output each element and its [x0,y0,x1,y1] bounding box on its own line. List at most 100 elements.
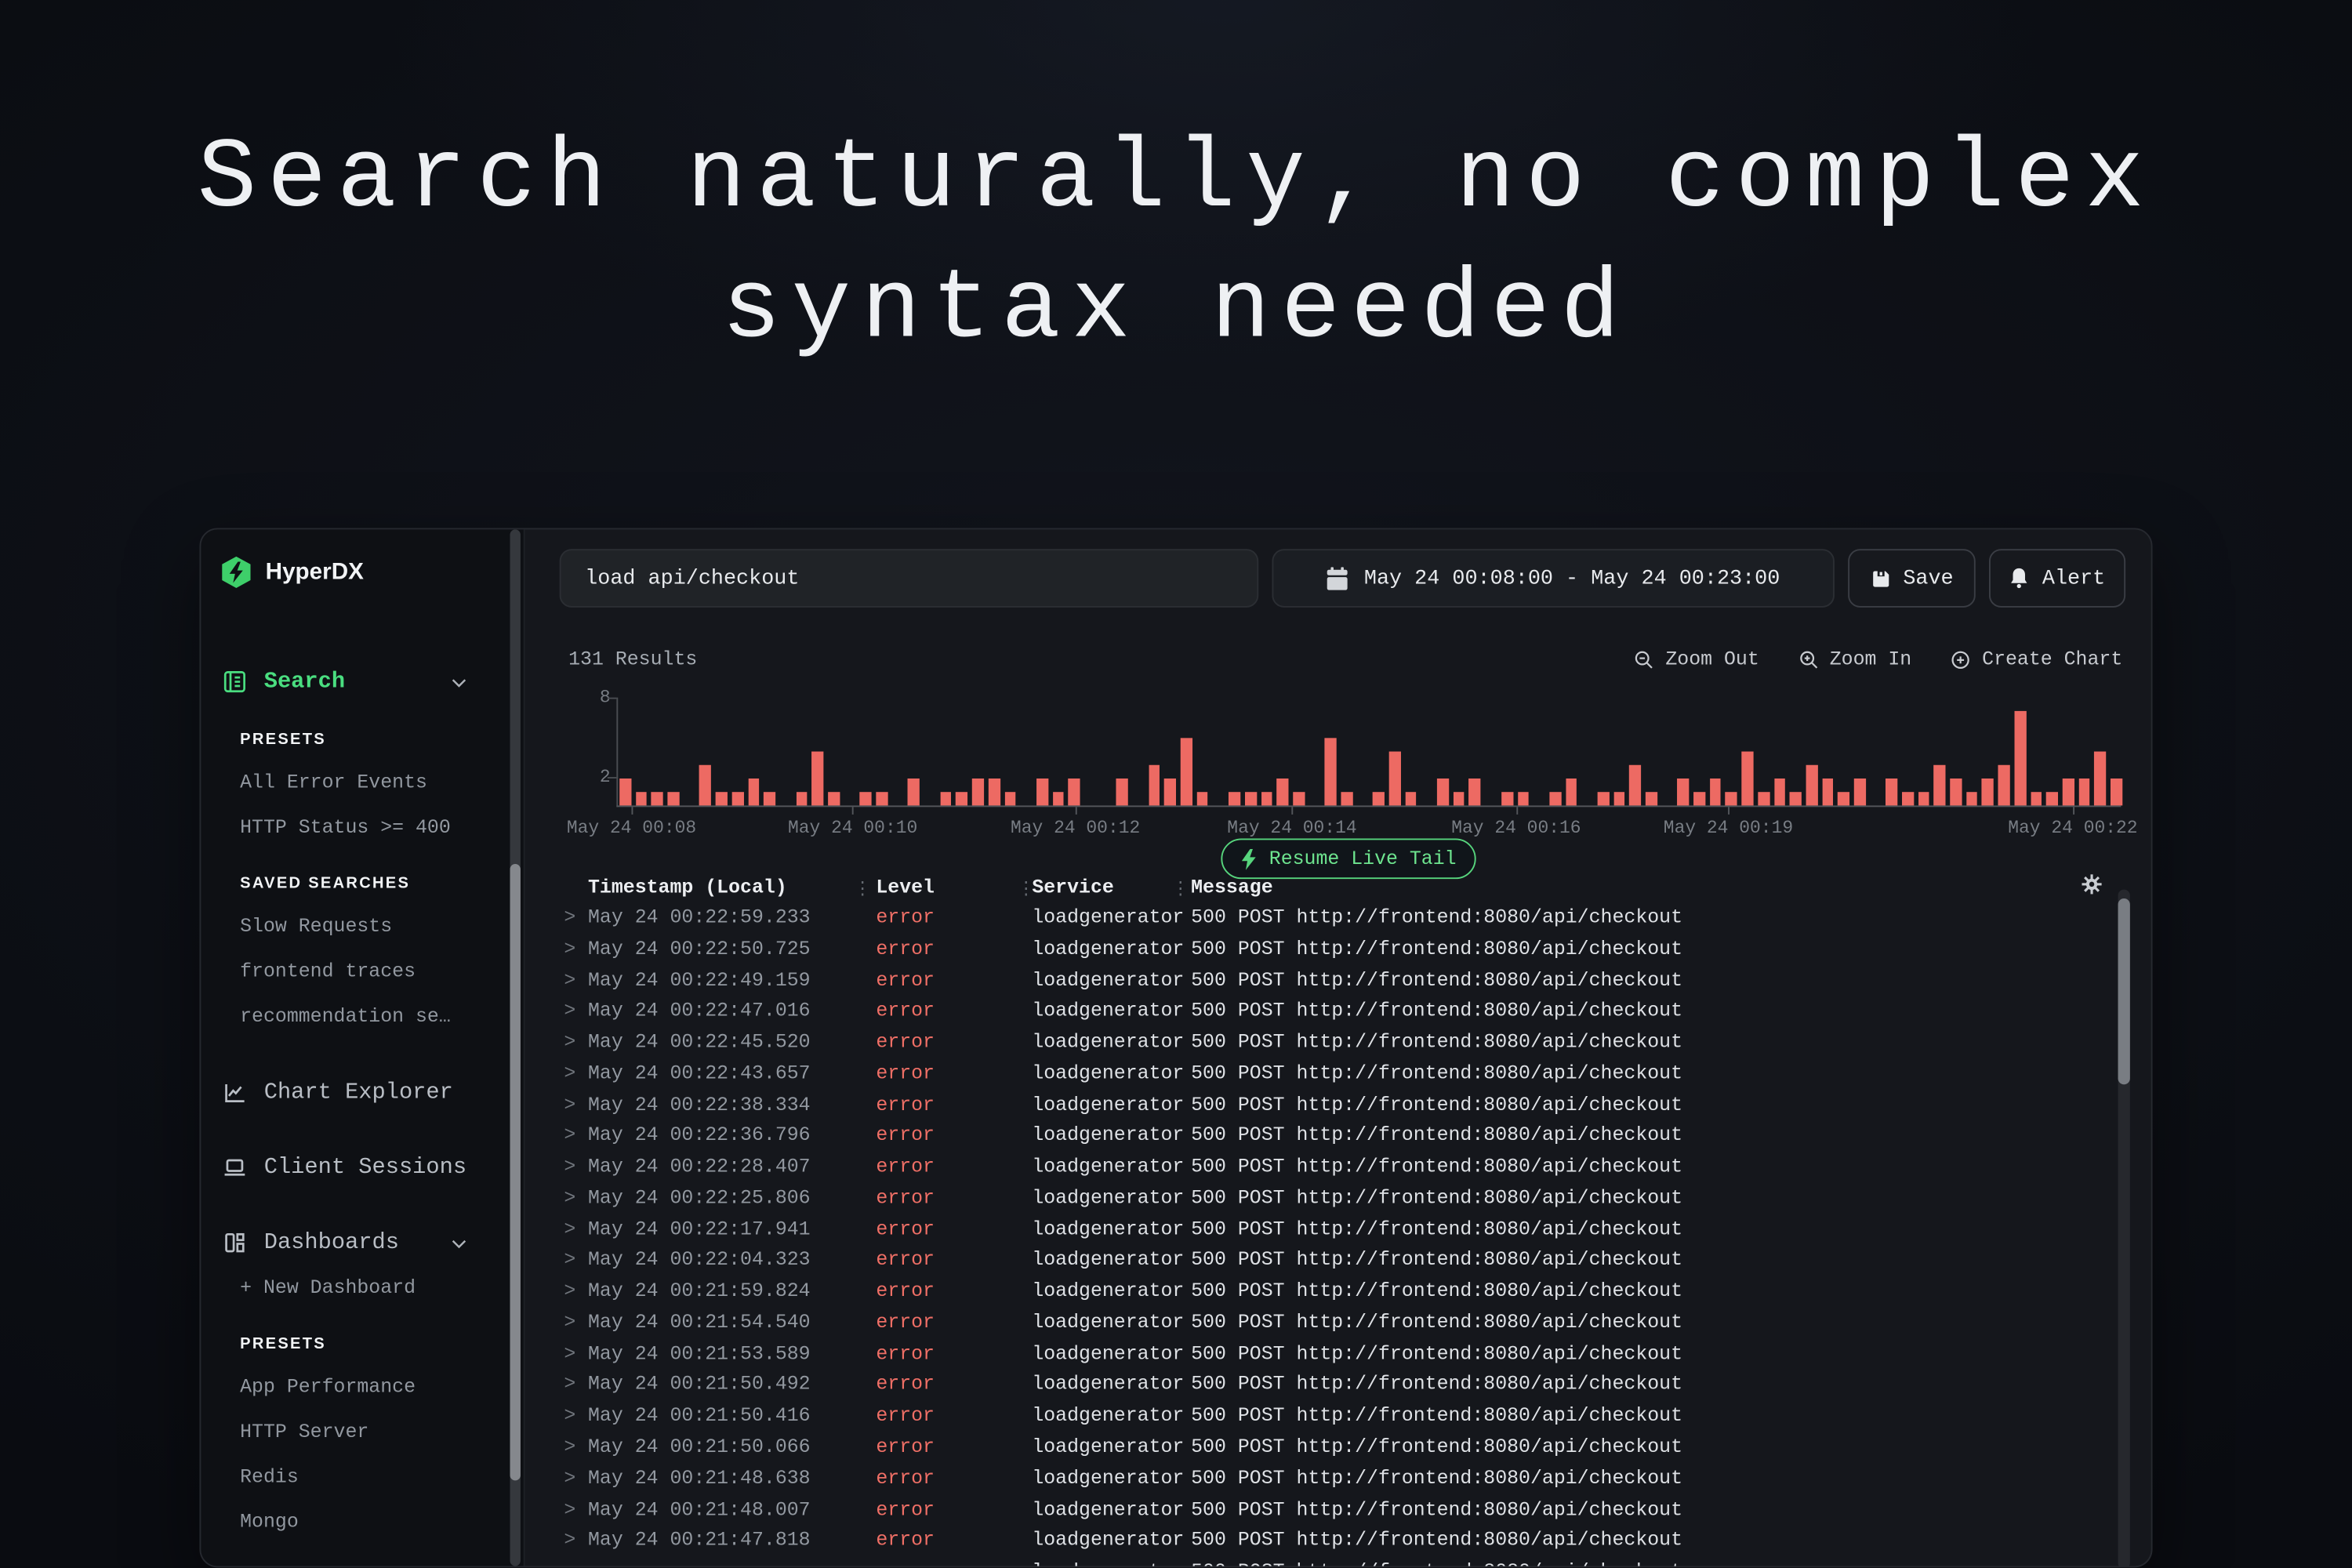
log-row[interactable]: > May 24 00:21:50.416 error loadgenerato… [524,1401,2084,1432]
sidebar-nav-client-sessions[interactable]: Client Sessions [222,1155,503,1181]
histogram-bar[interactable] [1982,779,1994,805]
log-row[interactable]: > May 24 00:21:50.492 error loadgenerato… [524,1370,2084,1402]
table-scrollbar-thumb[interactable] [2118,898,2130,1084]
alert-button[interactable]: Alert [1989,549,2125,608]
log-row[interactable]: > May 24 00:21:47.818 error loadgenerato… [524,1526,2084,1557]
histogram-bar[interactable] [876,792,887,805]
histogram-bar[interactable] [1710,779,1722,805]
histogram-bar[interactable] [2063,779,2074,805]
row-expand-chevron-icon[interactable]: > [564,1124,575,1147]
date-range-picker[interactable]: May 24 00:08:00 - May 24 00:23:00 [1272,549,1834,608]
resume-live-tail-button[interactable]: Resume Live Tail [1221,839,1475,880]
log-row[interactable]: > May 24 00:21:59.824 error loadgenerato… [524,1277,2084,1308]
histogram-bar[interactable] [699,765,711,806]
histogram-bar[interactable] [2031,792,2042,805]
sidebar-item-slow-requests[interactable]: Slow Requests [240,915,392,938]
row-expand-chevron-icon[interactable]: > [564,1249,575,1272]
row-expand-chevron-icon[interactable]: > [564,1279,575,1302]
histogram-bar[interactable] [1164,779,1176,805]
column-drag-handle-icon[interactable]: ⋮ [1171,877,1189,900]
sidebar-item-app-performance[interactable]: App Performance [240,1375,416,1398]
log-row[interactable]: > May 24 00:21:48.638 error loadgenerato… [524,1464,2084,1495]
log-row[interactable]: > May 24 00:21:53.589 error loadgenerato… [524,1339,2084,1370]
histogram-bar[interactable] [1261,792,1272,805]
column-header-level[interactable]: Level [876,876,935,898]
histogram-bar[interactable] [1229,792,1240,805]
chevron-down-icon[interactable] [448,671,470,692]
histogram-bar[interactable] [1918,792,1929,805]
histogram-bar[interactable] [940,792,952,805]
sidebar-item-frontend-traces[interactable]: frontend traces [240,960,416,982]
histogram-bar[interactable] [1373,792,1385,805]
sidebar-item-redis[interactable]: Redis [240,1465,299,1488]
column-header-message[interactable]: Message [1191,876,1272,898]
histogram-bar[interactable] [956,792,968,805]
row-expand-chevron-icon[interactable]: > [564,1404,575,1427]
histogram-bar[interactable] [1934,765,1946,806]
sidebar-scrollbar[interactable] [510,529,521,1566]
histogram-bar[interactable] [1790,792,1802,805]
log-row[interactable]: > May 24 00:21:48.007 error loadgenerato… [524,1495,2084,1526]
histogram-bar[interactable] [860,792,872,805]
histogram-bar[interactable] [668,792,680,805]
sidebar-item-all-error-events[interactable]: All Error Events [240,771,427,793]
row-expand-chevron-icon[interactable]: > [564,968,575,991]
histogram-bar[interactable] [2094,752,2106,806]
row-expand-chevron-icon[interactable]: > [564,1342,575,1365]
log-row[interactable]: > May 24 00:22:17.941 error loadgenerato… [524,1214,2084,1246]
table-scrollbar[interactable] [2118,890,2130,1568]
histogram-bar[interactable] [1405,792,1417,805]
sidebar-nav-dashboards[interactable]: Dashboards [222,1230,503,1256]
histogram-bar[interactable] [619,779,631,805]
row-expand-chevron-icon[interactable]: > [564,1062,575,1084]
sidebar-nav-chart-explorer[interactable]: Chart Explorer [222,1080,503,1106]
row-expand-chevron-icon[interactable]: > [564,906,575,929]
histogram-bar[interactable] [716,792,728,805]
sidebar-item-recommendation[interactable]: recommendation se… [240,1005,451,1028]
histogram-bar[interactable] [1277,779,1289,805]
histogram-bar[interactable] [652,792,663,805]
histogram-bar[interactable] [1389,752,1401,806]
results-histogram[interactable]: 8 2 May 24 00:08May 24 00:10May 24 00:12… [616,691,2121,807]
histogram-bar[interactable] [1726,792,1737,805]
log-row[interactable]: > May 24 00:22:47.016 error loadgenerato… [524,996,2084,1028]
histogram-bar[interactable] [1437,779,1449,805]
histogram-bar[interactable] [764,792,775,805]
log-row[interactable]: > May 24 00:21:50.066 error loadgenerato… [524,1432,2084,1464]
new-dashboard-button[interactable]: + New Dashboard [240,1276,416,1299]
row-expand-chevron-icon[interactable]: > [564,1093,575,1116]
histogram-bar[interactable] [1742,752,1754,806]
histogram-bar[interactable] [1149,765,1160,806]
histogram-bar[interactable] [1998,765,2010,806]
histogram-bar[interactable] [908,779,920,805]
histogram-bar[interactable] [1341,792,1352,805]
histogram-bar[interactable] [1549,792,1561,805]
histogram-bar[interactable] [1517,792,1529,805]
histogram-bar[interactable] [1773,779,1785,805]
histogram-bar[interactable] [1501,792,1513,805]
histogram-bar[interactable] [1036,779,1048,805]
log-row[interactable]: > May 24 00:22:38.334 error loadgenerato… [524,1090,2084,1121]
histogram-bar[interactable] [1822,779,1834,805]
log-row[interactable]: > May 24 00:22:45.520 error loadgenerato… [524,1028,2084,1059]
histogram-bar[interactable] [1613,792,1625,805]
histogram-bar[interactable] [636,792,648,805]
log-row[interactable]: > May 24 00:22:28.407 error loadgenerato… [524,1152,2084,1184]
log-row[interactable]: > May 24 00:22:25.806 error loadgenerato… [524,1183,2084,1214]
histogram-bar[interactable] [1693,792,1705,805]
row-expand-chevron-icon[interactable]: > [564,1467,575,1490]
histogram-bar[interactable] [1950,779,1962,805]
chevron-down-icon[interactable] [448,1232,470,1254]
histogram-bar[interactable] [1453,792,1465,805]
row-expand-chevron-icon[interactable]: > [564,1155,575,1178]
column-header-service[interactable]: Service [1032,876,1113,898]
column-header-timestamp[interactable]: Timestamp (Local) [588,876,787,898]
histogram-bar[interactable] [972,779,984,805]
histogram-bar[interactable] [2046,792,2058,805]
histogram-bar[interactable] [1004,792,1016,805]
histogram-bar[interactable] [1245,792,1257,805]
create-chart-button[interactable]: Create Chart [1951,648,2122,671]
log-row[interactable]: > May 24 00:22:59.233 error loadgenerato… [524,903,2084,935]
histogram-bar[interactable] [1806,765,1817,806]
log-row[interactable]: > May 24 00:22:43.657 error loadgenerato… [524,1058,2084,1090]
